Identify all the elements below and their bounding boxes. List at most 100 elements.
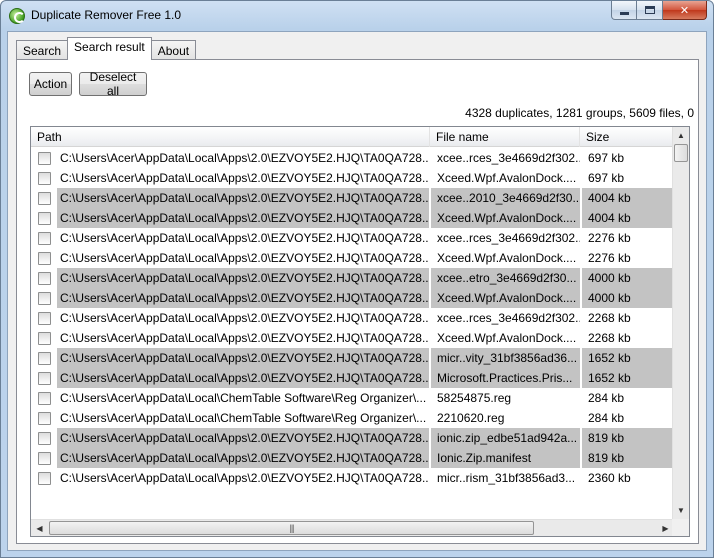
cell-path: C:\Users\Acer\AppData\Local\Apps\2.0\EZV… — [57, 188, 429, 208]
table-row[interactable]: C:\Users\Acer\AppData\Local\Apps\2.0\EZV… — [31, 308, 674, 328]
cell-path: C:\Users\Acer\AppData\Local\Apps\2.0\EZV… — [60, 151, 429, 165]
cell-path: C:\Users\Acer\AppData\Local\Apps\2.0\EZV… — [57, 348, 429, 368]
table-row[interactable]: C:\Users\Acer\AppData\Local\Apps\2.0\EZV… — [31, 168, 674, 188]
action-button[interactable]: Action — [29, 72, 72, 96]
scroll-left-arrow-icon[interactable]: ◀ — [31, 520, 48, 536]
cell-path: C:\Users\Acer\AppData\Local\Apps\2.0\EZV… — [57, 268, 429, 288]
cell-path: C:\Users\Acer\AppData\Local\Apps\2.0\EZV… — [57, 208, 429, 228]
column-header-path[interactable]: Path — [31, 127, 430, 147]
row-checkbox[interactable] — [37, 151, 51, 165]
row-checkbox[interactable] — [37, 191, 51, 205]
row-checkbox-cell[interactable] — [31, 268, 57, 288]
scroll-down-arrow-icon[interactable]: ▼ — [673, 502, 689, 519]
row-checkbox-cell[interactable] — [31, 468, 57, 488]
row-checkbox-cell[interactable] — [31, 168, 57, 188]
row-checkbox[interactable] — [37, 271, 51, 285]
tab-about[interactable]: About — [150, 40, 197, 60]
cell-path: C:\Users\Acer\AppData\Local\Apps\2.0\EZV… — [60, 471, 429, 485]
row-checkbox-cell[interactable] — [31, 348, 57, 368]
cell-size: 2268 kb — [580, 308, 674, 328]
tab-search[interactable]: Search — [16, 40, 69, 60]
cell-size: 4000 kb — [580, 268, 674, 288]
row-checkbox-cell[interactable] — [31, 368, 57, 388]
cell-size: 284 kb — [580, 388, 674, 408]
table-row[interactable]: C:\Users\Acer\AppData\Local\ChemTable So… — [31, 408, 674, 428]
table-row[interactable]: C:\Users\Acer\AppData\Local\Apps\2.0\EZV… — [31, 228, 674, 248]
cell-file-name: 58254875.reg — [429, 388, 580, 408]
row-checkbox-cell[interactable] — [31, 208, 57, 228]
row-checkbox-cell[interactable] — [31, 248, 57, 268]
column-header-size[interactable]: Size — [580, 127, 674, 147]
table-row[interactable]: C:\Users\Acer\AppData\Local\Apps\2.0\EZV… — [31, 448, 674, 468]
vertical-scroll-thumb[interactable] — [674, 144, 688, 162]
cell-file-name: xcee..2010_3e4669d2f30... — [429, 188, 580, 208]
cell-path: C:\Users\Acer\AppData\Local\Apps\2.0\EZV… — [57, 428, 429, 448]
results-summary: 4328 duplicates, 1281 groups, 5609 files… — [465, 106, 694, 120]
row-checkbox-cell[interactable] — [31, 408, 57, 428]
cell-path: C:\Users\Acer\AppData\Local\Apps\2.0\EZV… — [60, 311, 429, 325]
cell-file-name: Microsoft.Practices.Pris... — [429, 368, 580, 388]
row-checkbox[interactable] — [37, 311, 51, 325]
minimize-button[interactable] — [611, 1, 637, 20]
app-recycle-icon[interactable] — [9, 8, 25, 24]
table-row[interactable]: C:\Users\Acer\AppData\Local\Apps\2.0\EZV… — [31, 148, 674, 168]
table-row[interactable]: C:\Users\Acer\AppData\Local\Apps\2.0\EZV… — [31, 468, 674, 488]
row-checkbox[interactable] — [37, 211, 51, 225]
row-checkbox-cell[interactable] — [31, 288, 57, 308]
row-checkbox[interactable] — [37, 391, 51, 405]
table-row[interactable]: C:\Users\Acer\AppData\Local\Apps\2.0\EZV… — [31, 288, 674, 308]
row-checkbox[interactable] — [37, 291, 51, 305]
results-table: Path File name Size C:\Users\Acer\AppDat… — [30, 126, 690, 537]
close-button[interactable]: ✕ — [663, 1, 707, 20]
cell-file-name: xcee..etro_3e4669d2f30... — [429, 268, 580, 288]
row-checkbox-cell[interactable] — [31, 228, 57, 248]
cell-size: 1652 kb — [580, 368, 674, 388]
row-checkbox-cell[interactable] — [31, 428, 57, 448]
scroll-up-arrow-icon[interactable]: ▲ — [673, 127, 689, 144]
row-checkbox[interactable] — [37, 411, 51, 425]
row-checkbox[interactable] — [37, 351, 51, 365]
table-row[interactable]: C:\Users\Acer\AppData\Local\Apps\2.0\EZV… — [31, 328, 674, 348]
table-row[interactable]: C:\Users\Acer\AppData\Local\Apps\2.0\EZV… — [31, 428, 674, 448]
row-checkbox[interactable] — [37, 371, 51, 385]
cell-file-name: Xceed.Wpf.AvalonDock.... — [429, 328, 580, 348]
client-area: Search Search result About Action Desele… — [7, 31, 707, 551]
tab-search-result[interactable]: Search result — [67, 37, 152, 60]
vertical-scrollbar[interactable]: ▲ ▼ — [672, 127, 689, 519]
cell-size: 4000 kb — [580, 288, 674, 308]
cell-size: 697 kb — [580, 168, 674, 188]
cell-path: C:\Users\Acer\AppData\Local\Apps\2.0\EZV… — [60, 231, 429, 245]
cell-size: 697 kb — [580, 148, 674, 168]
row-checkbox[interactable] — [37, 451, 51, 465]
table-row[interactable]: C:\Users\Acer\AppData\Local\Apps\2.0\EZV… — [31, 368, 674, 388]
row-checkbox-cell[interactable] — [31, 148, 57, 168]
deselect-all-button[interactable]: Deselect all — [79, 70, 147, 98]
row-checkbox-cell[interactable] — [31, 448, 57, 468]
row-checkbox[interactable] — [37, 171, 51, 185]
row-checkbox-cell[interactable] — [31, 308, 57, 328]
row-checkbox[interactable] — [37, 231, 51, 245]
horizontal-scroll-thumb[interactable]: ||| — [49, 521, 534, 535]
cell-file-name: Ionic.Zip.manifest — [429, 448, 580, 468]
table-row[interactable]: C:\Users\Acer\AppData\Local\Apps\2.0\EZV… — [31, 248, 674, 268]
row-checkbox[interactable] — [37, 251, 51, 265]
row-checkbox-cell[interactable] — [31, 388, 57, 408]
column-header-file-name[interactable]: File name — [430, 127, 580, 147]
cell-file-name: 2210620.reg — [429, 408, 580, 428]
row-checkbox-cell[interactable] — [31, 328, 57, 348]
grip-icon: ||| — [289, 523, 294, 533]
row-checkbox[interactable] — [37, 431, 51, 445]
cell-size: 2276 kb — [580, 248, 674, 268]
scrollbar-corner — [672, 519, 689, 536]
horizontal-scrollbar[interactable]: ◀ ||| ▶ — [31, 519, 674, 536]
maximize-button[interactable] — [637, 1, 663, 20]
title-bar[interactable]: Duplicate Remover Free 1.0 ✕ — [1, 1, 713, 31]
table-row[interactable]: C:\Users\Acer\AppData\Local\Apps\2.0\EZV… — [31, 268, 674, 288]
row-checkbox[interactable] — [37, 471, 51, 485]
table-row[interactable]: C:\Users\Acer\AppData\Local\Apps\2.0\EZV… — [31, 348, 674, 368]
row-checkbox-cell[interactable] — [31, 188, 57, 208]
table-row[interactable]: C:\Users\Acer\AppData\Local\Apps\2.0\EZV… — [31, 208, 674, 228]
table-row[interactable]: C:\Users\Acer\AppData\Local\ChemTable So… — [31, 388, 674, 408]
table-row[interactable]: C:\Users\Acer\AppData\Local\Apps\2.0\EZV… — [31, 188, 674, 208]
row-checkbox[interactable] — [37, 331, 51, 345]
